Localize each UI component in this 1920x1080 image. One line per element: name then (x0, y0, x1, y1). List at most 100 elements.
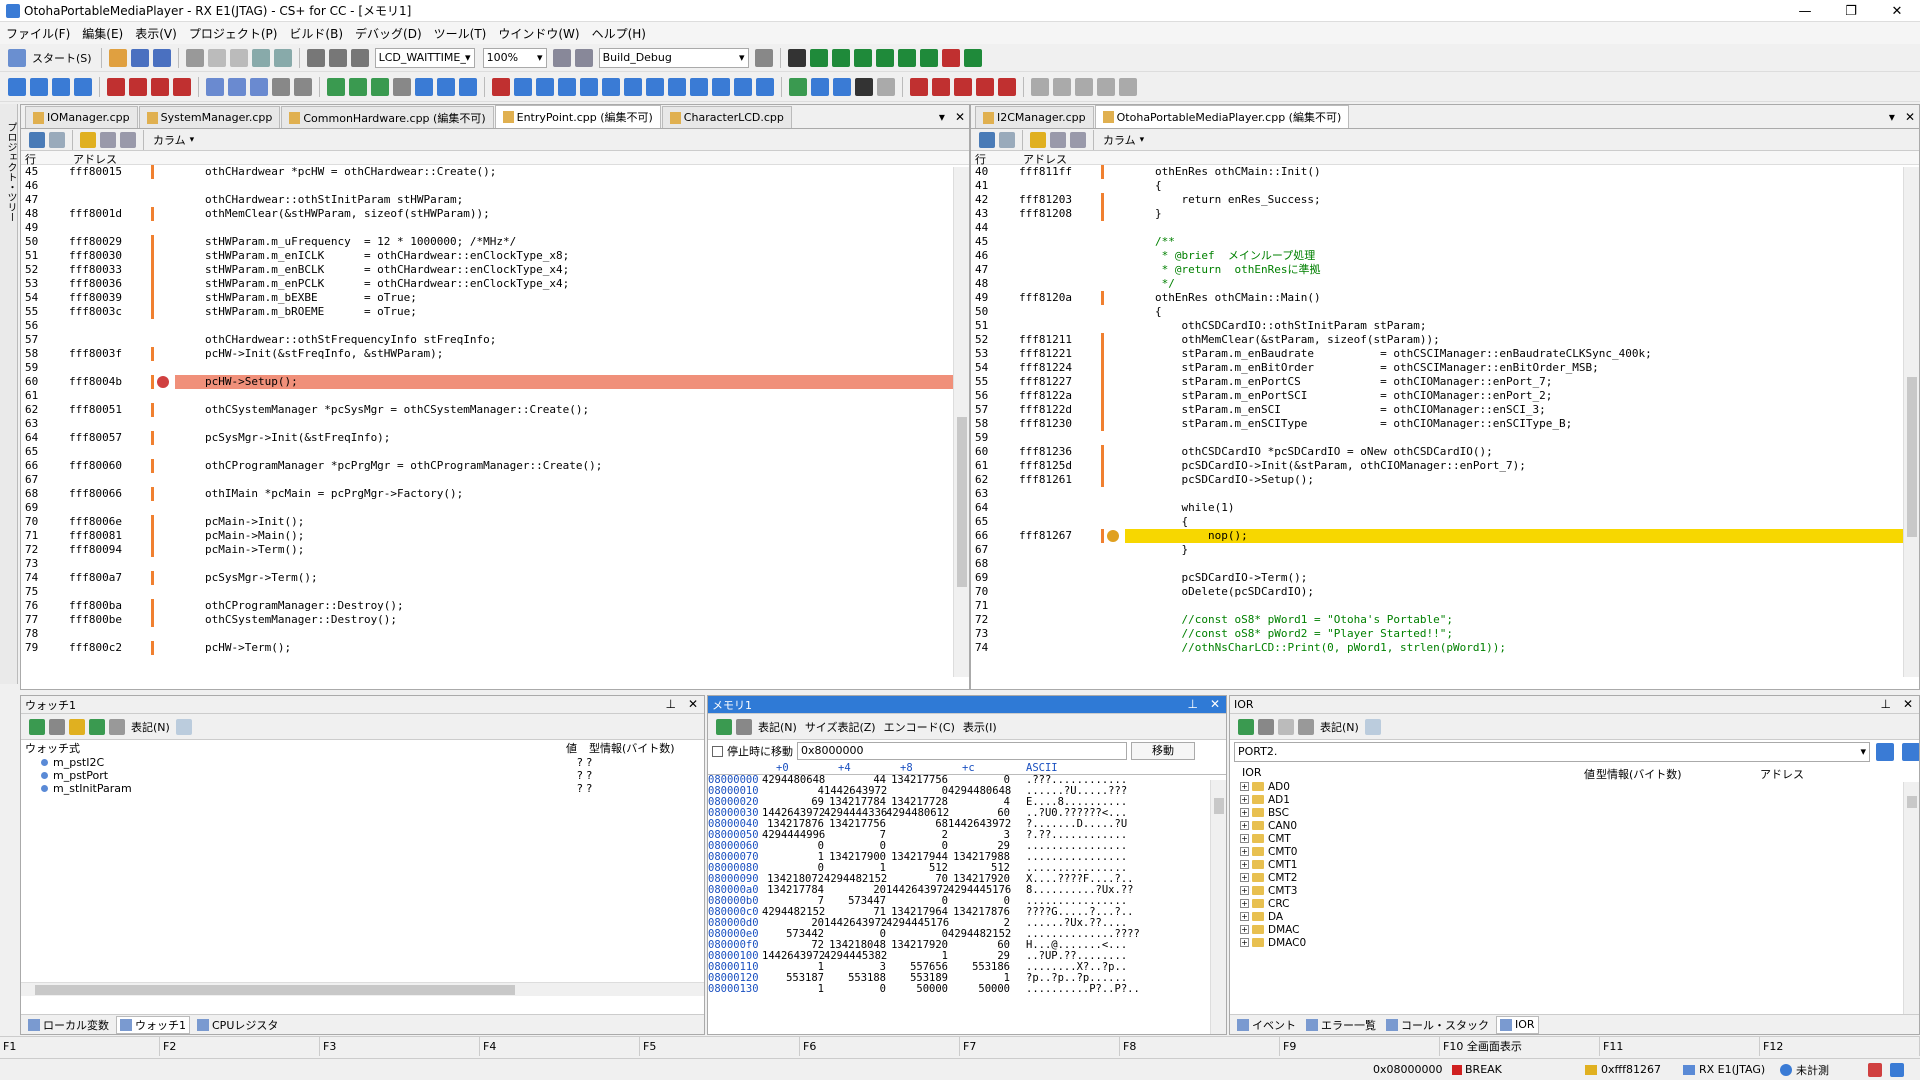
debug-tool-icon[interactable] (712, 77, 730, 96)
debug-tool-icon[interactable] (734, 77, 752, 96)
breakpoint-gutter[interactable] (149, 277, 175, 291)
code-line[interactable]: 51 othCSDCardIO::othStInitParam stParam; (971, 319, 1919, 333)
function-key[interactable]: F4 (480, 1037, 640, 1056)
debug-tool-icon[interactable] (624, 77, 642, 96)
category-icon[interactable] (1278, 718, 1294, 735)
code-line[interactable]: 60 fff8004b pcHW->Setup(); (21, 375, 969, 389)
code-line[interactable]: 53 fff80036 stHWParam.m_enPCLK = othCHardw… (21, 277, 969, 291)
breakpoint-gutter[interactable] (1099, 641, 1125, 655)
record-icon[interactable] (1258, 718, 1274, 735)
breakpoint-gutter[interactable] (1099, 305, 1125, 319)
code-line[interactable]: 69 (21, 501, 969, 515)
search-down-icon[interactable] (1902, 743, 1919, 761)
code-line[interactable]: 41 { (971, 179, 1919, 193)
tab-file[interactable]: SystemManager.cpp (138, 106, 281, 128)
bottom-tab[interactable]: ウォッチ1 (116, 1015, 190, 1034)
mem-value[interactable]: 4294445176 (886, 918, 949, 929)
debug-tool-icon[interactable] (327, 77, 345, 96)
code-line[interactable]: 54 fff80039 stHWParam.m_bEXBE = oTrue; (21, 291, 969, 305)
function-key[interactable]: F6 (800, 1037, 960, 1056)
ior-item[interactable]: + DA (1230, 910, 1919, 923)
mem-value[interactable]: 1 (762, 984, 824, 995)
mem-value[interactable]: 50000 (886, 984, 948, 995)
code-line[interactable]: 67 (21, 473, 969, 487)
delete-icon[interactable] (109, 718, 125, 735)
function-key[interactable]: F10 全画面表示 (1440, 1037, 1600, 1056)
debug-tool-icon[interactable] (789, 77, 807, 96)
batch-build-icon[interactable] (963, 48, 982, 67)
debug-tool-icon[interactable] (349, 77, 367, 96)
project-tree-tab[interactable]: プロジェクト・ツリー (3, 122, 18, 222)
code-line[interactable]: 60 fff81236 othCSDCardIO *pcSDCardIO = oN… (971, 445, 1919, 459)
rebuild-icon[interactable] (574, 48, 593, 67)
memory-row[interactable]: 080000a0 134217784 20 1442643972 4294445176 8… (708, 885, 1226, 896)
function-key[interactable]: F1 (0, 1037, 160, 1056)
arrow-right-icon[interactable] (80, 131, 96, 148)
menu-item[interactable]: ツール(T) (428, 25, 493, 42)
code-line[interactable]: 64 fff80057 pcSysMgr->Init(&stFreqInfo); (21, 431, 969, 445)
breakpoint-gutter[interactable] (1099, 487, 1125, 501)
debug-tool-icon[interactable] (74, 77, 92, 96)
debug-tool-icon[interactable] (173, 77, 191, 96)
function-key[interactable]: F3 (320, 1037, 480, 1056)
record-icon[interactable] (49, 718, 65, 735)
breakpoint-gutter[interactable] (1099, 235, 1125, 249)
breakpoint-gutter[interactable] (1099, 347, 1125, 361)
view-menu[interactable]: 表記(N) (131, 719, 170, 735)
delete-icon[interactable] (1298, 718, 1314, 735)
breakpoint-gutter[interactable] (1099, 263, 1125, 277)
rebuild-project-icon[interactable] (875, 48, 894, 67)
memory-row[interactable]: 08000130 1 0 50000 50000 ..........P?..P?.. (708, 984, 1226, 995)
breakpoint-gutter[interactable] (1099, 417, 1125, 431)
code-line[interactable]: 46 * @brief メインループ処理 (971, 249, 1919, 263)
function-key[interactable]: F9 (1280, 1037, 1440, 1056)
close-icon[interactable]: ✕ (1210, 697, 1220, 711)
column-menu[interactable]: カラム (153, 132, 186, 148)
breakpoint-gutter[interactable] (149, 207, 175, 221)
debug-tool-icon[interactable] (1097, 77, 1115, 96)
left-code-area[interactable]: 45 fff80015 othCHardwear *pcHW = othCHardw… (21, 165, 969, 655)
code-line[interactable]: 56 fff8122a stParam.m_enPortSCI = othCIOM… (971, 389, 1919, 403)
debug-tool-icon[interactable] (250, 77, 268, 96)
expand-icon[interactable]: + (1240, 834, 1249, 843)
size-menu[interactable]: サイズ表記(Z) (805, 719, 876, 735)
tab-file[interactable]: CommonHardware.cpp (編集不可) (281, 106, 494, 128)
expand-icon[interactable]: + (1240, 886, 1249, 895)
debug-tool-icon[interactable] (855, 77, 873, 96)
build-project-icon[interactable] (853, 48, 872, 67)
record-icon[interactable] (736, 718, 752, 735)
mem-value[interactable]: 7 (824, 830, 886, 841)
breakpoint-gutter[interactable] (1099, 613, 1125, 627)
column-menu[interactable]: カラム (1103, 132, 1136, 148)
save-icon[interactable] (130, 48, 149, 67)
debug-tool-icon[interactable] (393, 77, 411, 96)
close-editor-icon[interactable]: ✕ (1905, 110, 1915, 124)
breakpoint-gutter[interactable] (149, 375, 175, 389)
memory-row[interactable]: 08000120 553187 553188 553189 1 ?p..?p..?p...… (708, 973, 1226, 984)
breakpoint-gutter[interactable] (149, 319, 175, 333)
debug-tool-icon[interactable] (756, 77, 774, 96)
code-line[interactable]: 67 } (971, 543, 1919, 557)
close-editor-icon[interactable]: ✕ (955, 110, 965, 124)
breakpoint-gutter[interactable] (1099, 585, 1125, 599)
close-icon[interactable]: ✕ (688, 697, 698, 711)
debug-tool-icon[interactable] (646, 77, 664, 96)
code-line[interactable]: 43 fff81208} (971, 207, 1919, 221)
memory-row[interactable]: 080000e0 573442 0 0 4294482152..............… (708, 929, 1226, 940)
breakpoint-gutter[interactable] (1099, 207, 1125, 221)
bottom-tab[interactable]: IOR (1496, 1015, 1539, 1034)
debug-tool-icon[interactable] (8, 77, 26, 96)
code-line[interactable]: 48 fff8001d othMemClear(&stHWParam, sizeof… (21, 207, 969, 221)
redo-icon[interactable] (273, 48, 292, 67)
breakpoint-gutter[interactable] (1099, 571, 1125, 585)
code-line[interactable]: 53 fff81221 stParam.m_enBaudrate = othCSC… (971, 347, 1919, 361)
add-watch-icon[interactable] (69, 718, 85, 735)
code-line[interactable]: 47 * @return othEnResに準拠 (971, 263, 1919, 277)
rebuild-download-icon[interactable] (831, 48, 850, 67)
code-line[interactable]: 69 pcSDCardIO->Term(); (971, 571, 1919, 585)
breakpoint-gutter[interactable] (1099, 445, 1125, 459)
build-icon[interactable] (552, 48, 571, 67)
memory-row[interactable]: 08000050 4294444996 7 2 3?.??............ (708, 830, 1226, 841)
code-line[interactable]: 55 fff81227 stParam.m_enPortCS = othCIOMa… (971, 375, 1919, 389)
expand-icon[interactable]: + (1240, 938, 1249, 947)
